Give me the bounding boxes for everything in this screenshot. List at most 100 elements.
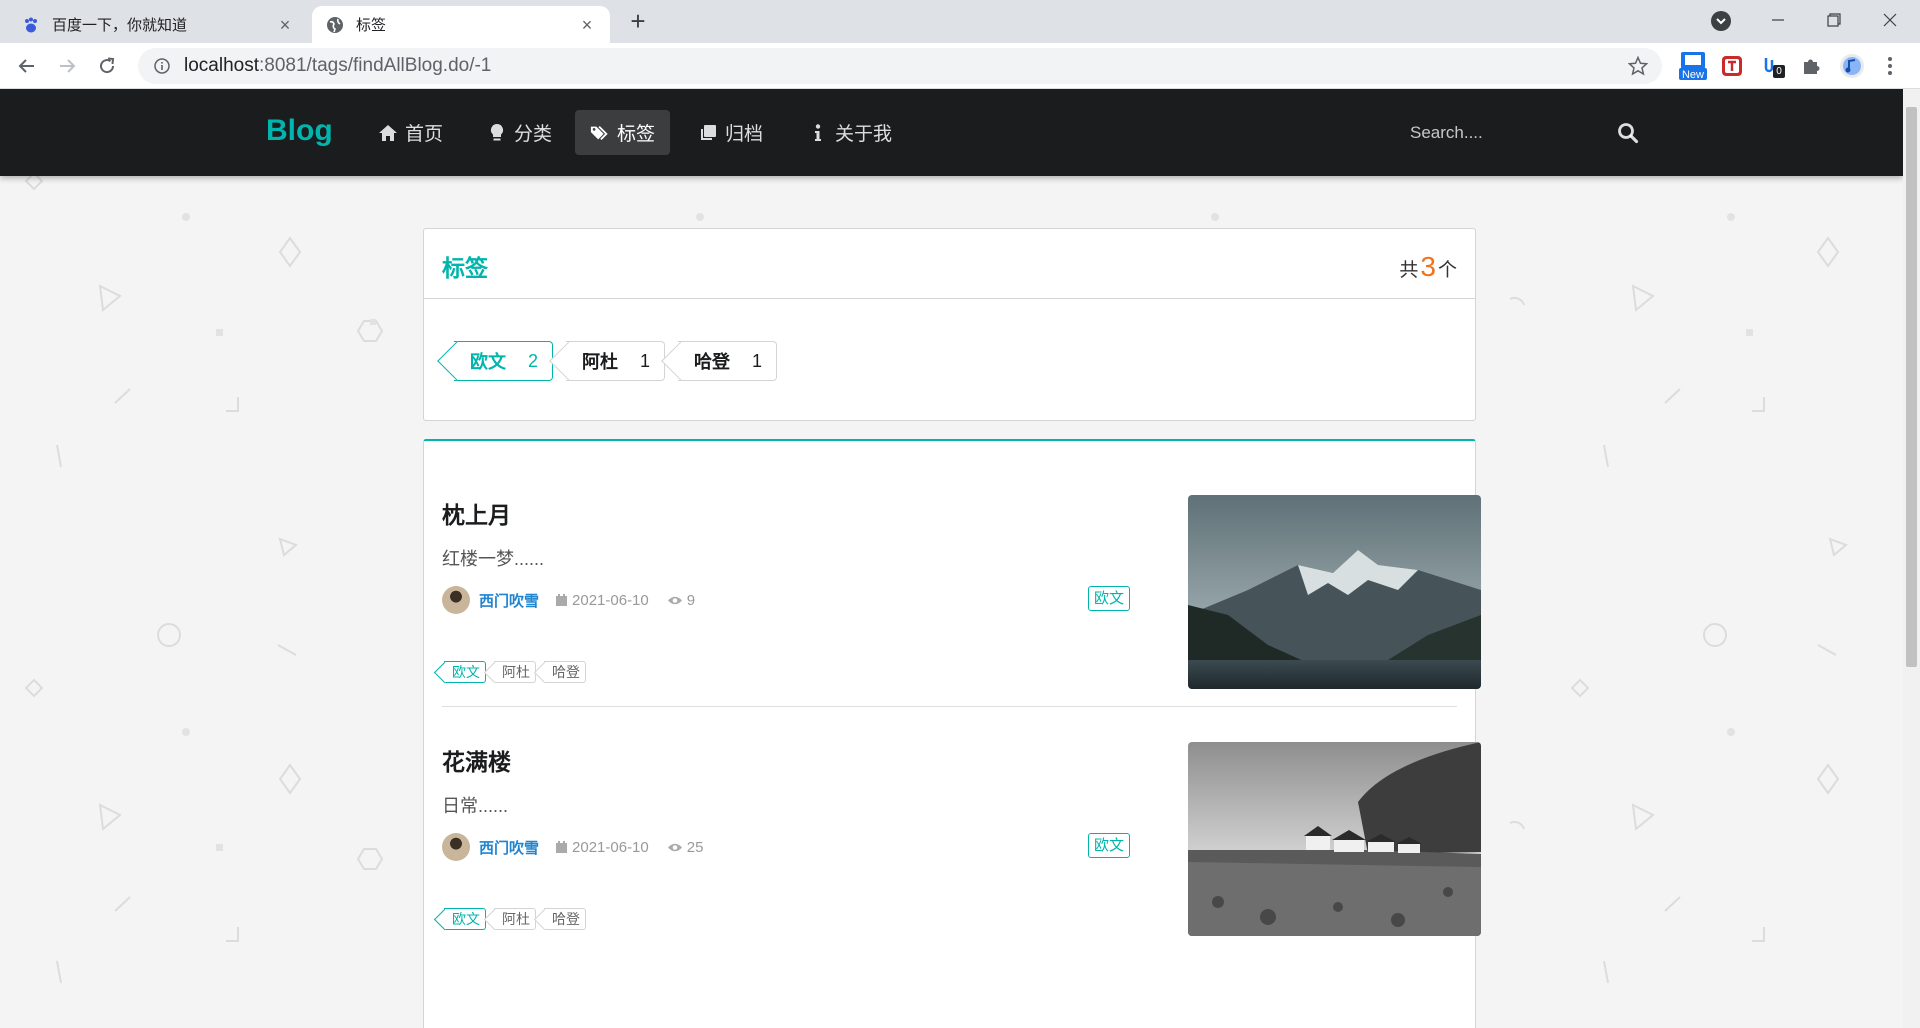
post-tag[interactable]: 阿杜 <box>494 908 536 930</box>
nav-item-archive[interactable]: 归档 <box>683 110 778 155</box>
site-navbar: Blog 首页 分类 标签 归档 关于我 <box>0 89 1903 176</box>
t-extension-icon[interactable] <box>1719 53 1745 79</box>
nav-item-label: 标签 <box>617 124 656 145</box>
browser-menu-icon[interactable] <box>1882 53 1898 79</box>
avatar <box>442 833 470 861</box>
forward-arrow-icon[interactable] <box>53 52 81 80</box>
tag-chip[interactable]: 哈登 1 <box>678 341 778 381</box>
calendar-icon <box>556 840 568 853</box>
page-viewport: Blog 首页 分类 标签 归档 关于我 标签 共3个 <box>0 89 1903 1028</box>
browser-toolbar: localhost:8081/tags/findAllBlog.do/-1 Ne… <box>0 43 1920 89</box>
post-item: 花满楼 日常...... 西门吹雪 2021-06-10 25 欧文 欧文 阿杜… <box>442 706 1481 971</box>
nav-item-tags[interactable]: 标签 <box>575 110 671 155</box>
post-category-label[interactable]: 欧文 <box>1088 586 1131 611</box>
post-thumbnail-mountain[interactable] <box>1188 495 1481 689</box>
post-excerpt: 红楼一梦...... <box>442 549 545 569</box>
search-input[interactable] <box>1410 116 1640 150</box>
close-tab-icon[interactable]: × <box>578 16 596 34</box>
post-category-label[interactable]: 欧文 <box>1088 833 1131 858</box>
nav-item-about[interactable]: 关于我 <box>793 110 907 155</box>
globe-icon <box>326 16 344 34</box>
post-author[interactable]: 西门吹雪 <box>479 837 539 858</box>
tags-header: 标签 共3 个 <box>423 228 1476 300</box>
post-date: 2021-06-10 <box>555 839 649 856</box>
back-arrow-icon[interactable] <box>13 52 41 80</box>
address-bar[interactable]: localhost:8081/tags/findAllBlog.do/-1 <box>138 48 1662 84</box>
avatar <box>442 586 470 614</box>
close-window-icon[interactable] <box>1862 0 1918 40</box>
eye-icon <box>667 843 682 851</box>
site-info-icon[interactable] <box>152 56 172 76</box>
restore-icon[interactable] <box>1806 0 1862 40</box>
post-views: 25 <box>667 838 704 856</box>
post-meta: 西门吹雪 2021-06-10 9 <box>442 586 713 614</box>
tag-list: 欧文 2 阿杜 1 哈登 1 <box>423 298 1476 421</box>
browser-tab-baidu[interactable]: 百度一下，你就知道 × <box>8 6 308 43</box>
browser-tab-tags[interactable]: 标签 × <box>312 6 610 43</box>
post-item: 枕上月 红楼一梦...... 西门吹雪 2021-06-10 9 欧文 欧文 阿… <box>442 441 1481 706</box>
post-tag-active[interactable]: 欧文 <box>444 661 486 683</box>
tag-count: 2 <box>528 350 539 371</box>
nav-item-category[interactable]: 分类 <box>472 110 567 155</box>
nav-item-label: 首页 <box>405 124 444 145</box>
tag-chip-active[interactable]: 欧文 2 <box>454 341 554 381</box>
scrollbar-thumb[interactable] <box>1906 107 1917 667</box>
minimize-icon[interactable] <box>1750 0 1806 40</box>
new-extension-icon[interactable]: New <box>1678 51 1708 81</box>
tags-icon <box>590 123 610 143</box>
post-views-count: 9 <box>686 591 696 609</box>
nav-item-home[interactable]: 首页 <box>363 110 458 155</box>
new-tab-button[interactable]: + <box>624 8 652 36</box>
tag-name: 欧文 <box>470 352 506 372</box>
tab-title: 百度一下，你就知道 <box>52 17 188 34</box>
post-tag[interactable]: 哈登 <box>544 661 586 683</box>
count-number: 3 <box>1420 251 1436 282</box>
tab-title: 标签 <box>356 17 387 34</box>
home-icon <box>378 123 398 143</box>
counter-extension-icon[interactable]: 0 <box>1759 53 1785 79</box>
post-tag[interactable]: 阿杜 <box>494 661 536 683</box>
tag-chip[interactable]: 阿杜 1 <box>566 341 666 381</box>
tag-count: 1 <box>640 350 651 371</box>
post-tags: 欧文 阿杜 哈登 <box>444 661 594 683</box>
post-title[interactable]: 花满楼 <box>442 743 511 777</box>
post-tag[interactable]: 哈登 <box>544 908 586 930</box>
extension-count-badge: 0 <box>1773 65 1785 78</box>
bookmark-star-icon[interactable] <box>1627 55 1649 76</box>
post-views: 9 <box>667 592 695 609</box>
page-scrollbar[interactable] <box>1903 89 1920 1028</box>
post-tag-label: 哈登 <box>552 664 580 680</box>
post-excerpt: 日常...... <box>442 796 509 816</box>
post-date-text: 2021-06-10 <box>572 838 649 856</box>
browser-tab-strip: 百度一下，你就知道 × 标签 × + <box>0 0 1920 43</box>
tab-search-icon[interactable] <box>1711 11 1731 31</box>
profile-avatar-icon[interactable] <box>1839 53 1865 79</box>
post-tag-active[interactable]: 欧文 <box>444 908 486 930</box>
nav-item-label: 关于我 <box>835 124 893 145</box>
tag-name: 哈登 <box>694 352 730 372</box>
post-title[interactable]: 枕上月 <box>442 496 511 530</box>
lightbulb-icon <box>487 123 507 143</box>
page-title: 标签 <box>442 255 488 281</box>
post-views-count: 25 <box>686 838 704 856</box>
count-prefix: 共 <box>1399 260 1419 281</box>
post-meta: 西门吹雪 2021-06-10 25 <box>442 833 721 861</box>
post-tags: 欧文 阿杜 哈登 <box>444 908 594 930</box>
post-thumbnail-coast[interactable] <box>1188 742 1481 936</box>
post-date: 2021-06-10 <box>555 592 649 609</box>
post-tag-label: 阿杜 <box>502 664 530 680</box>
extension-new-badge: New <box>1681 69 1704 81</box>
post-tag-label: 欧文 <box>452 911 480 927</box>
eye-icon <box>667 596 682 604</box>
nav-item-label: 分类 <box>514 124 553 145</box>
puzzle-extensions-icon[interactable] <box>1798 53 1824 79</box>
clone-icon <box>698 123 718 143</box>
info-icon <box>808 123 828 143</box>
close-tab-icon[interactable]: × <box>276 16 294 34</box>
search-icon[interactable] <box>1617 122 1639 144</box>
reload-icon[interactable] <box>93 52 121 80</box>
post-tag-label: 哈登 <box>552 911 580 927</box>
site-logo[interactable]: Blog <box>266 114 333 148</box>
post-author[interactable]: 西门吹雪 <box>479 590 539 611</box>
nav-item-label: 归档 <box>725 124 764 145</box>
